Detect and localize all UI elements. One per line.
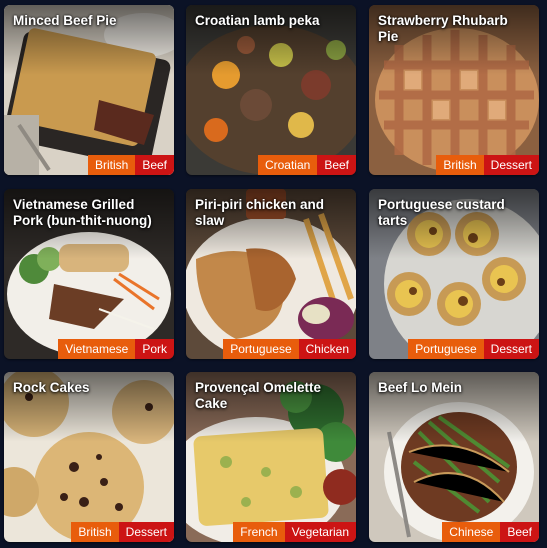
meal-card[interactable]: Portuguese custard tarts Portuguese Dess…: [369, 189, 539, 359]
meal-title: Minced Beef Pie: [13, 13, 117, 28]
category-tag[interactable]: Dessert: [118, 522, 174, 542]
category-tag[interactable]: Vegetarian: [284, 522, 356, 542]
tag-group: British Beef: [87, 155, 174, 175]
area-tag[interactable]: Croatian: [257, 155, 318, 175]
tag-group: British Dessert: [436, 155, 539, 175]
tag-group: French Vegetarian: [233, 522, 356, 542]
area-tag[interactable]: Chinese: [442, 522, 501, 542]
meal-card[interactable]: Beef Lo Mein Chinese Beef: [369, 372, 539, 542]
meal-title: Strawberry Rhubarb Pie: [378, 13, 508, 44]
meal-card[interactable]: Minced Beef Pie British Beef: [4, 5, 174, 175]
tag-group: British Dessert: [71, 522, 174, 542]
meal-title: Croatian lamb peka: [195, 13, 320, 28]
meal-card[interactable]: Provençal Omelette Cake French Vegetaria…: [186, 372, 356, 542]
tag-group: Chinese Beef: [442, 522, 539, 542]
area-tag[interactable]: French: [233, 522, 285, 542]
meal-card[interactable]: Rock Cakes British Dessert: [4, 372, 174, 542]
area-tag[interactable]: British: [436, 155, 484, 175]
category-tag[interactable]: Beef: [135, 155, 174, 175]
tag-group: Portuguese Dessert: [408, 339, 539, 359]
meal-title: Piri-piri chicken and slaw: [195, 197, 325, 228]
area-tag[interactable]: British: [87, 155, 136, 175]
tag-group: Croatian Beef: [257, 155, 356, 175]
meal-title: Beef Lo Mein: [378, 380, 463, 395]
meal-title: Rock Cakes: [13, 380, 90, 395]
tag-group: Portuguese Chicken: [223, 339, 356, 359]
tag-group: Vietnamese Pork: [58, 339, 174, 359]
category-tag[interactable]: Beef: [317, 155, 356, 175]
area-tag[interactable]: British: [71, 522, 119, 542]
meal-card[interactable]: Croatian lamb peka Croatian Beef: [186, 5, 356, 175]
meal-card[interactable]: Piri-piri chicken and slaw Portuguese Ch…: [186, 189, 356, 359]
meal-grid: Minced Beef Pie British Beef Croatian la…: [0, 0, 547, 548]
area-tag[interactable]: Portuguese: [223, 339, 299, 359]
area-tag[interactable]: Portuguese: [408, 339, 484, 359]
category-tag[interactable]: Dessert: [483, 339, 539, 359]
meal-card[interactable]: Vietnamese Grilled Pork (bun-thit-nuong)…: [4, 189, 174, 359]
category-tag[interactable]: Chicken: [298, 339, 356, 359]
category-tag[interactable]: Beef: [500, 522, 539, 542]
area-tag[interactable]: Vietnamese: [58, 339, 136, 359]
meal-card[interactable]: Strawberry Rhubarb Pie British Dessert: [369, 5, 539, 175]
category-tag[interactable]: Pork: [135, 339, 174, 359]
category-tag[interactable]: Dessert: [483, 155, 539, 175]
meal-title: Portuguese custard tarts: [378, 197, 505, 228]
meal-title: Provençal Omelette Cake: [195, 380, 322, 411]
meal-title: Vietnamese Grilled Pork (bun-thit-nuong): [13, 197, 152, 228]
